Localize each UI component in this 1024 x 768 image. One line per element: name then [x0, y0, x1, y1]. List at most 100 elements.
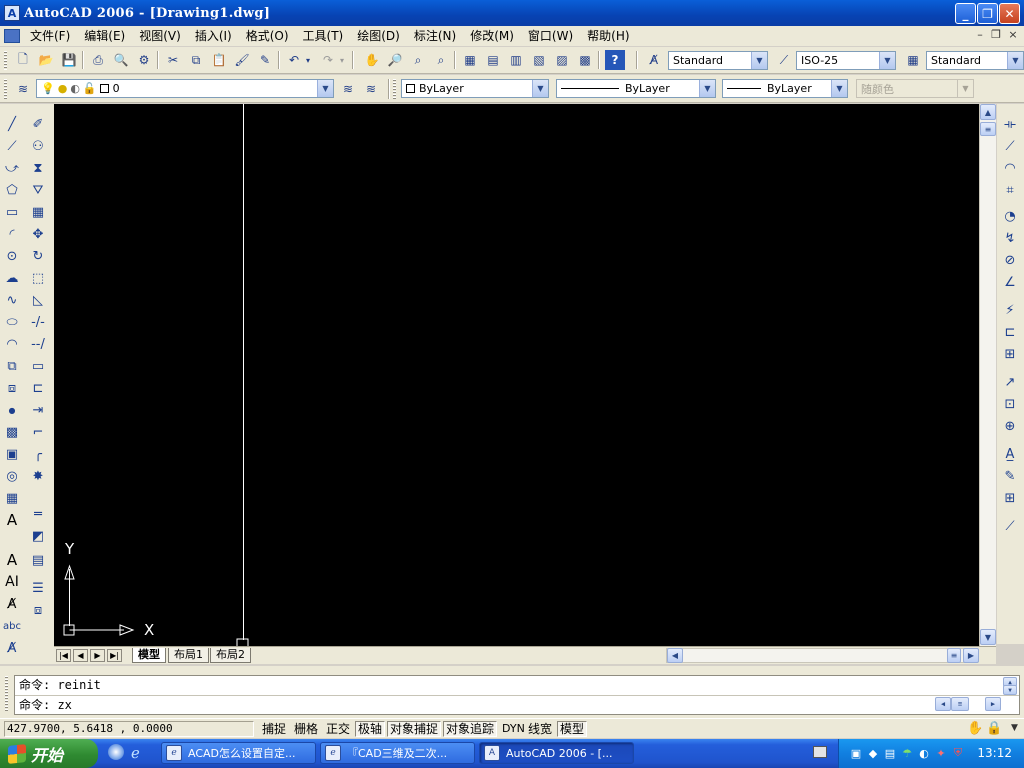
communication-center-icon[interactable]: ✋: [967, 721, 983, 736]
menu-dimension[interactable]: 标注(N): [407, 27, 463, 45]
paste-icon[interactable]: 📋: [209, 50, 229, 70]
toggle-grid[interactable]: 栅格: [291, 721, 321, 737]
scroll-left-button[interactable]: ◀: [667, 648, 683, 663]
autocad-app-icon[interactable]: A: [4, 5, 20, 21]
arc-icon[interactable]: ◜: [2, 224, 22, 244]
ordinate-dimension-icon[interactable]: ⌗: [1000, 180, 1020, 200]
angular-dimension-icon[interactable]: ∠: [1000, 272, 1020, 292]
scale-icon[interactable]: ⬚: [28, 268, 48, 288]
previous-tab-icon[interactable]: ◀: [73, 649, 88, 662]
command-h-thumb[interactable]: ≡: [951, 697, 969, 711]
command-scroll-down[interactable]: ▼: [1003, 685, 1017, 695]
circle-icon[interactable]: ⊙: [2, 246, 22, 266]
start-button[interactable]: 开始: [0, 739, 98, 768]
menu-tools[interactable]: 工具(T): [296, 27, 351, 45]
chevron-down-icon[interactable]: ▼: [751, 52, 767, 69]
first-tab-icon[interactable]: |◀: [56, 649, 71, 662]
toggle-snap[interactable]: 捕捉: [259, 721, 289, 737]
taskbar-item-cad-3d[interactable]: ℯ 『CAD三维及二次...: [320, 742, 475, 764]
chevron-down-icon[interactable]: ▼: [699, 80, 715, 97]
radius-dimension-icon[interactable]: ◔: [1000, 206, 1020, 226]
help-icon[interactable]: ?: [605, 50, 625, 70]
copy-icon[interactable]: ⧉: [186, 50, 206, 70]
construction-line-icon[interactable]: ⟋: [2, 136, 22, 156]
publish-icon[interactable]: ⚙: [134, 50, 154, 70]
tray-volume-icon[interactable]: ◐: [917, 746, 931, 760]
copy-object-icon[interactable]: ⚇: [28, 136, 48, 156]
center-mark-icon[interactable]: ⊕: [1000, 416, 1020, 436]
find-icon[interactable]: abc: [2, 616, 22, 636]
toggle-ortho[interactable]: 正交: [323, 721, 353, 737]
erase-icon[interactable]: ✐: [28, 114, 48, 134]
taskbar-item-autocad[interactable]: A AutoCAD 2006 - [...: [479, 742, 634, 764]
linetype-control-select[interactable]: ByLayer ▼: [556, 79, 716, 98]
undo-dropdown-icon[interactable]: ▾: [302, 50, 314, 70]
tray-app-icon[interactable]: ◆: [866, 746, 880, 760]
dimension-style-select[interactable]: ISO-25 ▼: [796, 51, 896, 70]
rotate-icon[interactable]: ↻: [28, 246, 48, 266]
make-block-icon[interactable]: ⧈: [2, 378, 22, 398]
status-menu-chevron-icon[interactable]: ▼: [1011, 723, 1018, 733]
last-tab-icon[interactable]: ▶|: [107, 649, 122, 662]
chevron-down-icon[interactable]: ▼: [532, 80, 548, 97]
quick-leader-icon[interactable]: ↗: [1000, 372, 1020, 392]
make-object-layer-current-icon[interactable]: ≋: [338, 79, 358, 99]
redo-icon[interactable]: ↷: [318, 50, 338, 70]
restore-button[interactable]: ❐: [977, 3, 998, 24]
chevron-down-icon[interactable]: ▼: [879, 52, 895, 69]
join-icon[interactable]: ⇥: [28, 400, 48, 420]
design-center-icon[interactable]: ▤: [483, 50, 503, 70]
menu-modify[interactable]: 修改(M): [463, 27, 521, 45]
tab-layout2[interactable]: 布局2: [210, 648, 251, 663]
chevron-down-icon[interactable]: ▼: [1007, 52, 1023, 69]
minimize-button[interactable]: _: [955, 3, 976, 24]
table-style-select[interactable]: Standard ▼: [926, 51, 1024, 70]
quicklaunch-media-icon[interactable]: [108, 744, 124, 760]
menu-help[interactable]: 帮助(H): [580, 27, 636, 45]
arc-length-icon[interactable]: ◠: [1000, 158, 1020, 178]
calculator-icon[interactable]: ▩: [575, 50, 595, 70]
baseline-dimension-icon[interactable]: ⊏: [1000, 322, 1020, 342]
chamfer-icon[interactable]: ⌐: [28, 422, 48, 442]
undo-icon[interactable]: ↶: [284, 50, 304, 70]
aligned-dimension-icon[interactable]: ⟋: [1000, 136, 1020, 156]
tray-antivirus-icon[interactable]: ✦: [934, 746, 948, 760]
command-scroll-left[interactable]: ◀: [935, 697, 951, 711]
break-at-point-icon[interactable]: ▭: [28, 356, 48, 376]
scroll-up-button[interactable]: ▲: [980, 104, 996, 120]
menu-draw[interactable]: 绘图(D): [350, 27, 407, 45]
spline-icon[interactable]: ∿: [2, 290, 22, 310]
tab-layout1[interactable]: 布局1: [168, 648, 209, 663]
tolerance-icon[interactable]: ⊡: [1000, 394, 1020, 414]
save-icon[interactable]: 💾: [59, 50, 79, 70]
text-style-left-icon[interactable]: A̸: [2, 638, 22, 658]
pan-icon[interactable]: ✋: [362, 50, 382, 70]
toggle-lineweight[interactable]: 线宽: [525, 721, 555, 737]
tool-palettes-icon[interactable]: ▥: [506, 50, 526, 70]
scroll-thumb[interactable]: ≡: [980, 122, 996, 136]
taskbar-item-acad-setup[interactable]: ℯ ACAD怎么设置自定...: [161, 742, 316, 764]
chevron-down-icon[interactable]: ▼: [831, 80, 847, 97]
inquiry-distance-icon[interactable]: ═: [28, 504, 48, 524]
dimension-text-edit-icon[interactable]: ✎: [1000, 466, 1020, 486]
polygon-icon[interactable]: ⬠: [2, 180, 22, 200]
polyline-icon[interactable]: ⤻: [2, 158, 22, 178]
hatch-icon[interactable]: ▩: [2, 422, 22, 442]
layer-manager-icon[interactable]: ≋: [13, 79, 33, 99]
line-icon[interactable]: ╱: [2, 114, 22, 134]
redo-dropdown-icon[interactable]: ▾: [336, 50, 348, 70]
horizontal-scrollbar[interactable]: ◀ ≡ ▶: [666, 648, 979, 663]
gradient-icon[interactable]: ▣: [2, 444, 22, 464]
text-icon[interactable]: AI: [2, 572, 22, 592]
doc-minimize-button[interactable]: –: [972, 28, 988, 42]
rectangle-icon[interactable]: ▭: [2, 202, 22, 222]
toggle-dyn[interactable]: DYN: [499, 721, 528, 737]
offset-icon[interactable]: ⛛: [28, 180, 48, 200]
new-icon[interactable]: 🗋: [13, 50, 33, 70]
zoom-previous-icon[interactable]: ⌕: [431, 50, 451, 70]
quick-dimension-icon[interactable]: ⚡: [1000, 300, 1020, 320]
menu-view[interactable]: 视图(V): [132, 27, 188, 45]
dimension-style-right-icon[interactable]: ⟋: [1000, 516, 1020, 536]
insert-block-icon[interactable]: ⧉: [2, 356, 22, 376]
menu-format[interactable]: 格式(O): [239, 27, 296, 45]
